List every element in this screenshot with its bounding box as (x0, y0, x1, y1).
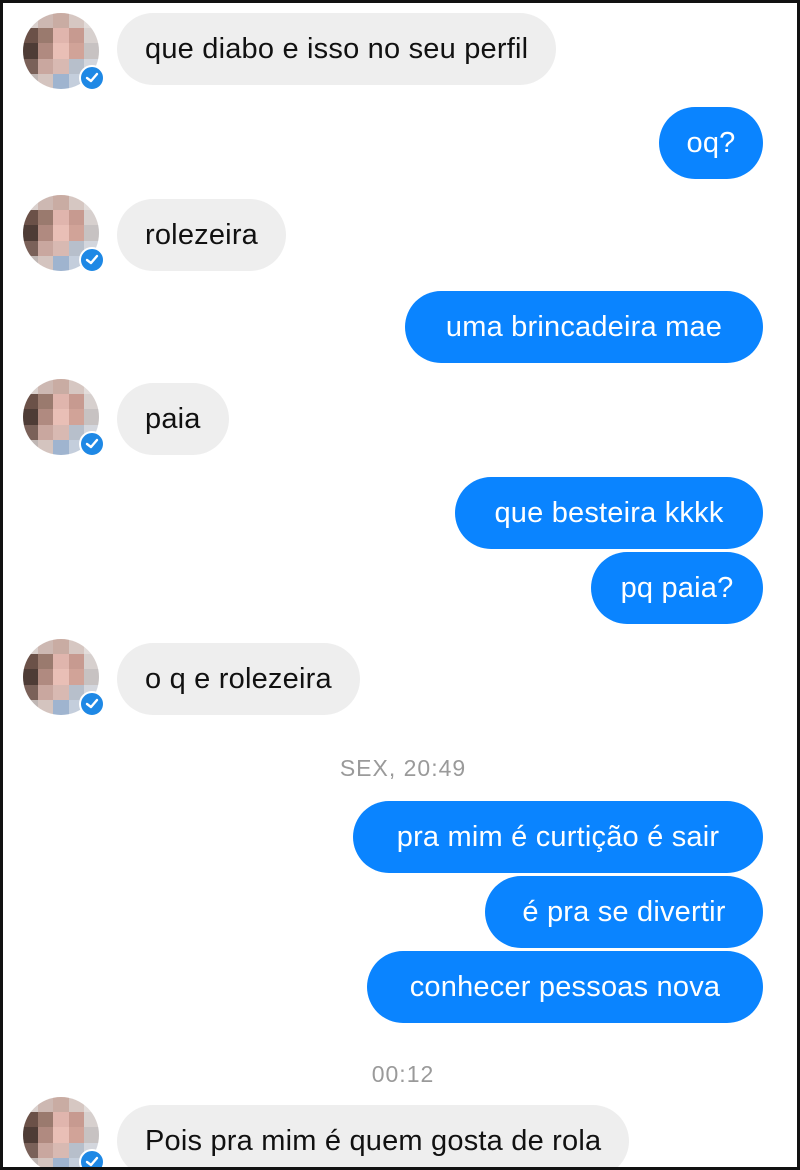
timestamp-divider: 00:12 (371, 1061, 435, 1087)
message-bubble-incoming[interactable]: o q e rolezeira (117, 643, 360, 715)
message-bubble-outgoing[interactable]: pra mim é curtição é sair (353, 801, 763, 873)
seen-badge-icon (79, 1149, 105, 1167)
message-bubble-outgoing[interactable]: uma brincadeira mae (405, 291, 763, 363)
seen-badge-icon (79, 65, 105, 91)
message-bubble-incoming[interactable]: Pois pra mim é quem gosta de rola (117, 1105, 630, 1167)
seen-badge-icon (79, 247, 105, 273)
message-bubble-outgoing[interactable]: que besteira kkkk (455, 477, 763, 549)
message-bubble-outgoing[interactable]: oq? (659, 107, 763, 179)
message-bubble-outgoing[interactable]: é pra se divertir (485, 876, 763, 948)
message-bubble-incoming[interactable]: paia (117, 383, 229, 455)
message-bubble-incoming[interactable]: rolezeira (117, 199, 287, 271)
conversation-view: que diabo e isso no seu perfil oq? rolez… (0, 0, 800, 1170)
message-bubble-outgoing[interactable]: conhecer pessoas nova (367, 951, 763, 1023)
timestamp-divider: SEX, 20:49 (339, 755, 467, 781)
seen-badge-icon (79, 691, 105, 717)
message-bubble-outgoing[interactable]: pq paia? (591, 552, 763, 624)
seen-badge-icon (79, 431, 105, 457)
message-bubble-incoming[interactable]: que diabo e isso no seu perfil (117, 13, 557, 85)
